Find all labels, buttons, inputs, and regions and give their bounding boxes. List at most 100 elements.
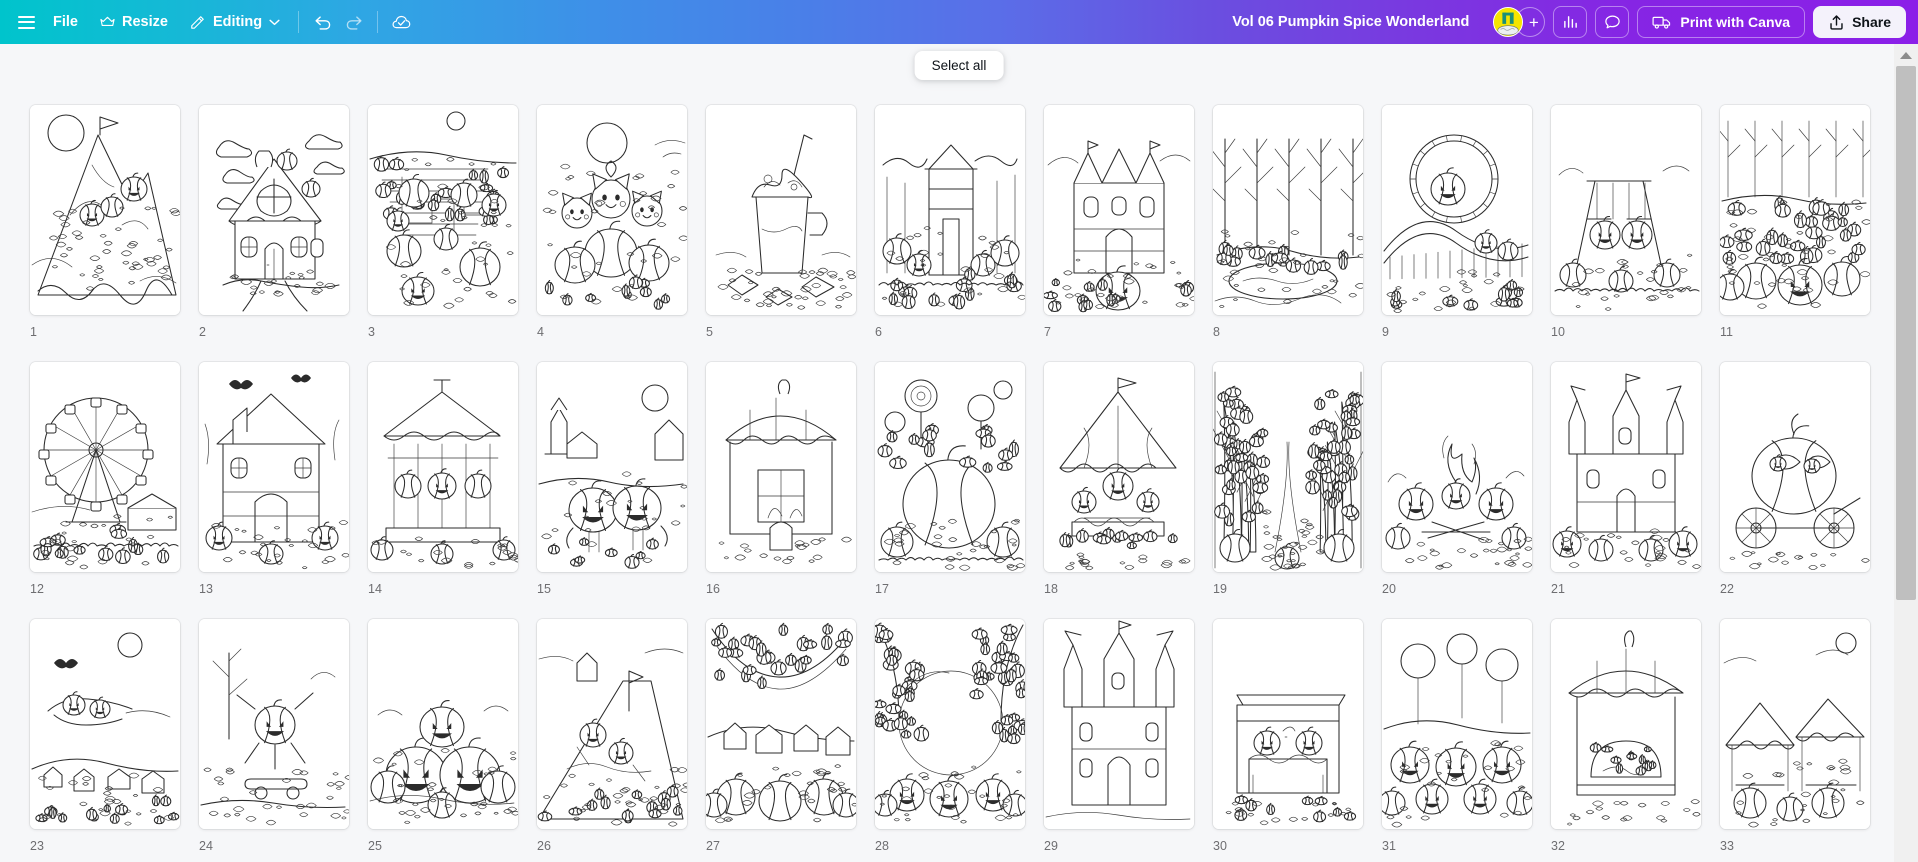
page-thumbnail[interactable] [1551, 362, 1701, 572]
page-thumbnail-cell: 22 [1720, 362, 1889, 619]
page-number-label: 19 [1213, 582, 1227, 596]
pumpkin-arch-over-village-illustration [706, 619, 856, 829]
resize-button[interactable]: Resize [89, 6, 179, 38]
page-thumbnail[interactable] [537, 105, 687, 315]
page-thumbnail[interactable] [537, 619, 687, 829]
page-thumbnail-cell: 6 [875, 105, 1044, 362]
page-number-label: 5 [706, 325, 713, 339]
page-thumbnail[interactable] [1382, 362, 1532, 572]
share-upload-icon [1830, 14, 1843, 30]
page-thumbnail-cell: 15 [537, 362, 706, 619]
share-label: Share [1852, 14, 1891, 30]
collaborator-group: + [1493, 7, 1546, 37]
toolbar-divider-1 [298, 11, 300, 33]
page-number-label: 14 [368, 582, 382, 596]
pumpkin-mountain-with-moon-illustration [30, 105, 180, 315]
page-thumbnail[interactable] [1720, 105, 1870, 315]
page-thumbnail[interactable] [368, 619, 518, 829]
page-thumbnail-cell: 11 [1720, 105, 1889, 362]
page-thumbnail[interactable] [1720, 362, 1870, 572]
page-thumbnail[interactable] [1382, 619, 1532, 829]
page-thumbnail-cell: 3 [368, 105, 537, 362]
page-thumbnail[interactable] [1720, 619, 1870, 829]
pumpkin-maze-field-illustration [368, 105, 518, 315]
page-thumbnail[interactable] [1044, 619, 1194, 829]
page-thumbnail[interactable] [1044, 105, 1194, 315]
page-thumbnail-cell: 13 [199, 362, 368, 619]
page-thumbnail[interactable] [1044, 362, 1194, 572]
share-button[interactable]: Share [1813, 6, 1906, 38]
comments-button[interactable] [1595, 6, 1630, 38]
page-thumbnail[interactable] [1213, 362, 1363, 572]
page-thumbnail-cell: 26 [537, 619, 706, 862]
page-number-label: 12 [30, 582, 44, 596]
page-thumbnail[interactable] [1213, 105, 1363, 315]
fairytale-castle-with-pumpkins-illustration [1551, 362, 1701, 572]
toolbar-right-group: Vol 06 Pumpkin Spice Wonderland + Print … [1220, 0, 1918, 44]
page-thumbnail[interactable] [706, 362, 856, 572]
coffee-corner-stand-illustration [1213, 619, 1363, 829]
page-number-label: 11 [1720, 325, 1733, 339]
print-with-canva-button[interactable]: Print with Canva [1637, 6, 1806, 38]
page-thumbnail[interactable] [537, 362, 687, 572]
avatar[interactable] [1493, 7, 1524, 37]
page-thumbnail[interactable] [199, 105, 349, 315]
page-number-label: 28 [875, 839, 889, 853]
flying-pumpkin-sleigh-night-illustration [30, 619, 180, 829]
cloud-save-status-button[interactable] [385, 6, 417, 38]
page-thumbnail-cell: 2 [199, 105, 368, 362]
page-number-label: 18 [1044, 582, 1058, 596]
page-thumbnail-cell: 4 [537, 105, 706, 362]
pumpkin-patch-gate-illustration [875, 105, 1025, 315]
page-thumbnail[interactable] [875, 619, 1025, 829]
page-thumbnail[interactable] [30, 105, 180, 315]
page-thumbnail[interactable] [875, 105, 1025, 315]
pumpkin-carousel-illustration [368, 362, 518, 572]
page-thumbnail[interactable] [199, 619, 349, 829]
page-thumbnail[interactable] [1551, 619, 1701, 829]
page-number-label: 2 [199, 325, 206, 339]
scroll-up-arrow-icon[interactable] [1894, 44, 1918, 66]
page-number-label: 24 [199, 839, 213, 853]
pumpkin-balloon-market-illustration [1382, 619, 1532, 829]
vertical-scrollbar[interactable] [1894, 44, 1918, 862]
scroll-thumb[interactable] [1896, 66, 1916, 600]
page-thumbnail[interactable] [706, 619, 856, 829]
redo-button[interactable] [338, 6, 370, 38]
pumpkin-carriage-illustration [1720, 362, 1870, 572]
page-thumbnail[interactable] [199, 362, 349, 572]
page-number-label: 25 [368, 839, 382, 853]
select-all-button[interactable]: Select all [914, 51, 1004, 80]
page-thumbnail[interactable] [368, 362, 518, 572]
pumpkins-around-campfire-illustration [1382, 362, 1532, 572]
insights-button[interactable] [1553, 6, 1588, 38]
pumpkin-family-pile-illustration [368, 619, 518, 829]
resize-label: Resize [121, 14, 168, 30]
pumpkin-tree-wreath-frame-illustration [875, 619, 1025, 829]
page-thumbnail-cell: 8 [1213, 105, 1382, 362]
page-thumbnail[interactable] [1382, 105, 1532, 315]
page-thumbnail-cell: 24 [199, 619, 368, 862]
page-thumbnail[interactable] [1213, 619, 1363, 829]
undo-button[interactable] [306, 6, 338, 38]
autumn-market-tents-illustration [1720, 619, 1870, 829]
chevron-down-icon [269, 19, 280, 25]
page-number-label: 22 [1720, 582, 1734, 596]
main-menu-button[interactable] [10, 6, 42, 38]
page-thumbnail[interactable] [1551, 105, 1701, 315]
page-thumbnail[interactable] [30, 619, 180, 829]
editing-mode-button[interactable]: Editing [179, 6, 291, 38]
document-title[interactable]: Vol 06 Pumpkin Spice Wonderland [1220, 6, 1481, 38]
page-thumbnail[interactable] [30, 362, 180, 572]
page-thumbnail-cell: 7 [1044, 105, 1213, 362]
file-menu-button[interactable]: File [42, 6, 89, 38]
page-thumbnail[interactable] [368, 105, 518, 315]
page-thumbnail[interactable] [875, 362, 1025, 572]
page-thumbnail-cell: 12 [30, 362, 199, 619]
page-thumbnail[interactable] [706, 105, 856, 315]
page-thumbnail-cell: 14 [368, 362, 537, 619]
pumpkin-candy-kiosk-illustration [1551, 619, 1701, 829]
page-number-label: 7 [1044, 325, 1051, 339]
page-thumbnail-cell: 17 [875, 362, 1044, 619]
pages-grid: 1 2 3 4 5 6 7 8 9 10 11 12 13 14 15 16 17 18 19 20 21 22 23 24 2… [30, 105, 1889, 862]
